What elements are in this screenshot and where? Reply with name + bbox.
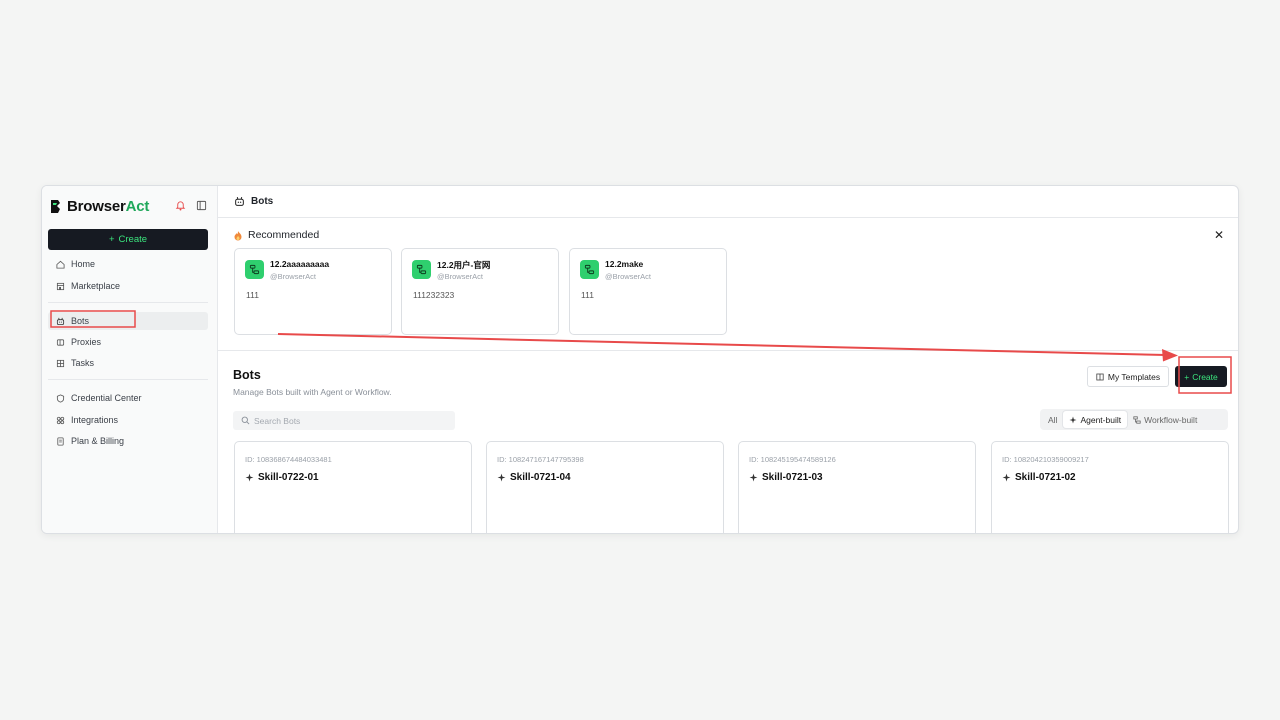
search-input[interactable]: Search Bots <box>233 411 455 430</box>
sidebar-item-integrations[interactable]: Integrations <box>48 411 208 429</box>
fire-icon <box>234 230 242 240</box>
filter-workflow-built[interactable]: Workflow-built <box>1127 411 1203 428</box>
sparkle-icon <box>1002 473 1011 482</box>
brand-name: BrowserAct <box>67 198 150 215</box>
tab-bots[interactable]: Bots <box>218 186 1238 218</box>
bot-name: Skill-0721-04 <box>510 472 571 483</box>
sidebar-item-credential-center[interactable]: Credential Center <box>48 389 208 407</box>
bot-icon <box>235 196 244 206</box>
search-icon <box>241 416 250 425</box>
sidebar-item-tasks[interactable]: Tasks <box>48 354 208 372</box>
tasks-icon <box>56 359 65 367</box>
sparkle-icon <box>749 473 758 482</box>
bot-id: ID: 108368674484033481 <box>245 455 332 464</box>
bot-card[interactable]: ID: 108204210359009217 Skill-0721-02 <box>991 441 1229 533</box>
workflow-icon <box>245 260 264 279</box>
bot-icon <box>56 317 65 325</box>
close-icon: ✕ <box>1213 228 1224 242</box>
create-bot-button[interactable]: + Create <box>1175 366 1227 387</box>
filter-all[interactable]: All <box>1042 411 1063 428</box>
book-icon <box>1096 373 1104 380</box>
bot-card[interactable]: ID: 108247167147795398 Skill-0721-04 <box>486 441 724 533</box>
section-divider <box>218 350 1238 351</box>
sparkle-icon <box>497 473 506 482</box>
plus-icon: + <box>108 234 115 245</box>
workflow-icon <box>580 260 599 279</box>
bot-name: Skill-0721-02 <box>1015 472 1076 483</box>
my-templates-button[interactable]: My Templates <box>1087 366 1169 387</box>
card-title: 12.2用户-官网 <box>437 260 491 270</box>
sparkle-icon <box>245 473 254 482</box>
recommended-card[interactable]: 12.2make @BrowserAct 111 <box>569 248 727 335</box>
notification-bell-icon[interactable] <box>175 200 186 211</box>
bot-id: ID: 108204210359009217 <box>1002 455 1089 464</box>
workflow-icon <box>412 260 431 279</box>
sidebar-item-bots[interactable]: Bots <box>48 312 208 330</box>
card-description: 111 <box>581 290 594 300</box>
home-icon <box>56 260 65 269</box>
card-author: @BrowserAct <box>605 272 651 281</box>
recommended-header: Recommended <box>233 229 319 241</box>
sidebar-create-button[interactable]: + Create <box>48 229 208 250</box>
filter-segmented-control: All Agent-built Workflow-built <box>1040 409 1228 430</box>
bot-card[interactable]: ID: 108245195474589126 Skill-0721-03 <box>738 441 976 533</box>
main-content: Bots Recommended ✕ 12.2aaaaaaaaa @Browse… <box>218 186 1238 533</box>
card-description: 111232323 <box>413 290 455 300</box>
filter-agent-built[interactable]: Agent-built <box>1063 411 1128 428</box>
browseract-logo-icon <box>51 200 60 213</box>
bot-name: Skill-0722-01 <box>258 472 319 483</box>
close-recommended-button[interactable]: ✕ <box>1214 228 1224 242</box>
bot-id: ID: 108245195474589126 <box>749 455 836 464</box>
integrations-icon <box>56 416 65 424</box>
card-author: @BrowserAct <box>270 272 316 281</box>
card-author: @BrowserAct <box>437 272 483 281</box>
bot-name: Skill-0721-03 <box>762 472 823 483</box>
page-title: Bots <box>233 368 261 382</box>
bot-id: ID: 108247167147795398 <box>497 455 584 464</box>
sidebar-divider <box>48 379 208 380</box>
card-title: 12.2make <box>605 259 644 269</box>
store-icon <box>56 282 65 290</box>
proxy-icon <box>56 338 65 346</box>
page-subtitle: Manage Bots built with Agent or Workflow… <box>233 387 392 397</box>
plus-icon: + <box>1184 371 1190 382</box>
app-window: BrowserAct + Create Home Marketplace Bot… <box>41 185 1239 534</box>
recommended-card[interactable]: 12.2aaaaaaaaa @BrowserAct 111 <box>234 248 392 335</box>
recommended-card[interactable]: 12.2用户-官网 @BrowserAct 111232323 <box>401 248 559 335</box>
search-placeholder: Search Bots <box>254 415 301 426</box>
billing-icon <box>57 436 64 446</box>
sidebar-item-home[interactable]: Home <box>48 255 208 273</box>
sidebar: BrowserAct + Create Home Marketplace Bot… <box>42 186 218 533</box>
sidebar-divider <box>48 302 208 303</box>
sidebar-item-proxies[interactable]: Proxies <box>48 333 208 351</box>
card-title: 12.2aaaaaaaaa <box>270 259 330 269</box>
collapse-sidebar-icon[interactable] <box>196 200 207 211</box>
workflow-icon <box>1133 415 1141 424</box>
shield-icon <box>56 393 65 403</box>
sidebar-item-marketplace[interactable]: Marketplace <box>48 277 208 295</box>
brand-logo[interactable]: BrowserAct <box>50 198 149 215</box>
bot-card[interactable]: ID: 108368674484033481 Skill-0722-01 <box>234 441 472 533</box>
sparkle-icon <box>1069 416 1077 423</box>
card-description: 111 <box>246 290 259 300</box>
sidebar-item-plan-billing[interactable]: Plan & Billing <box>48 432 208 450</box>
